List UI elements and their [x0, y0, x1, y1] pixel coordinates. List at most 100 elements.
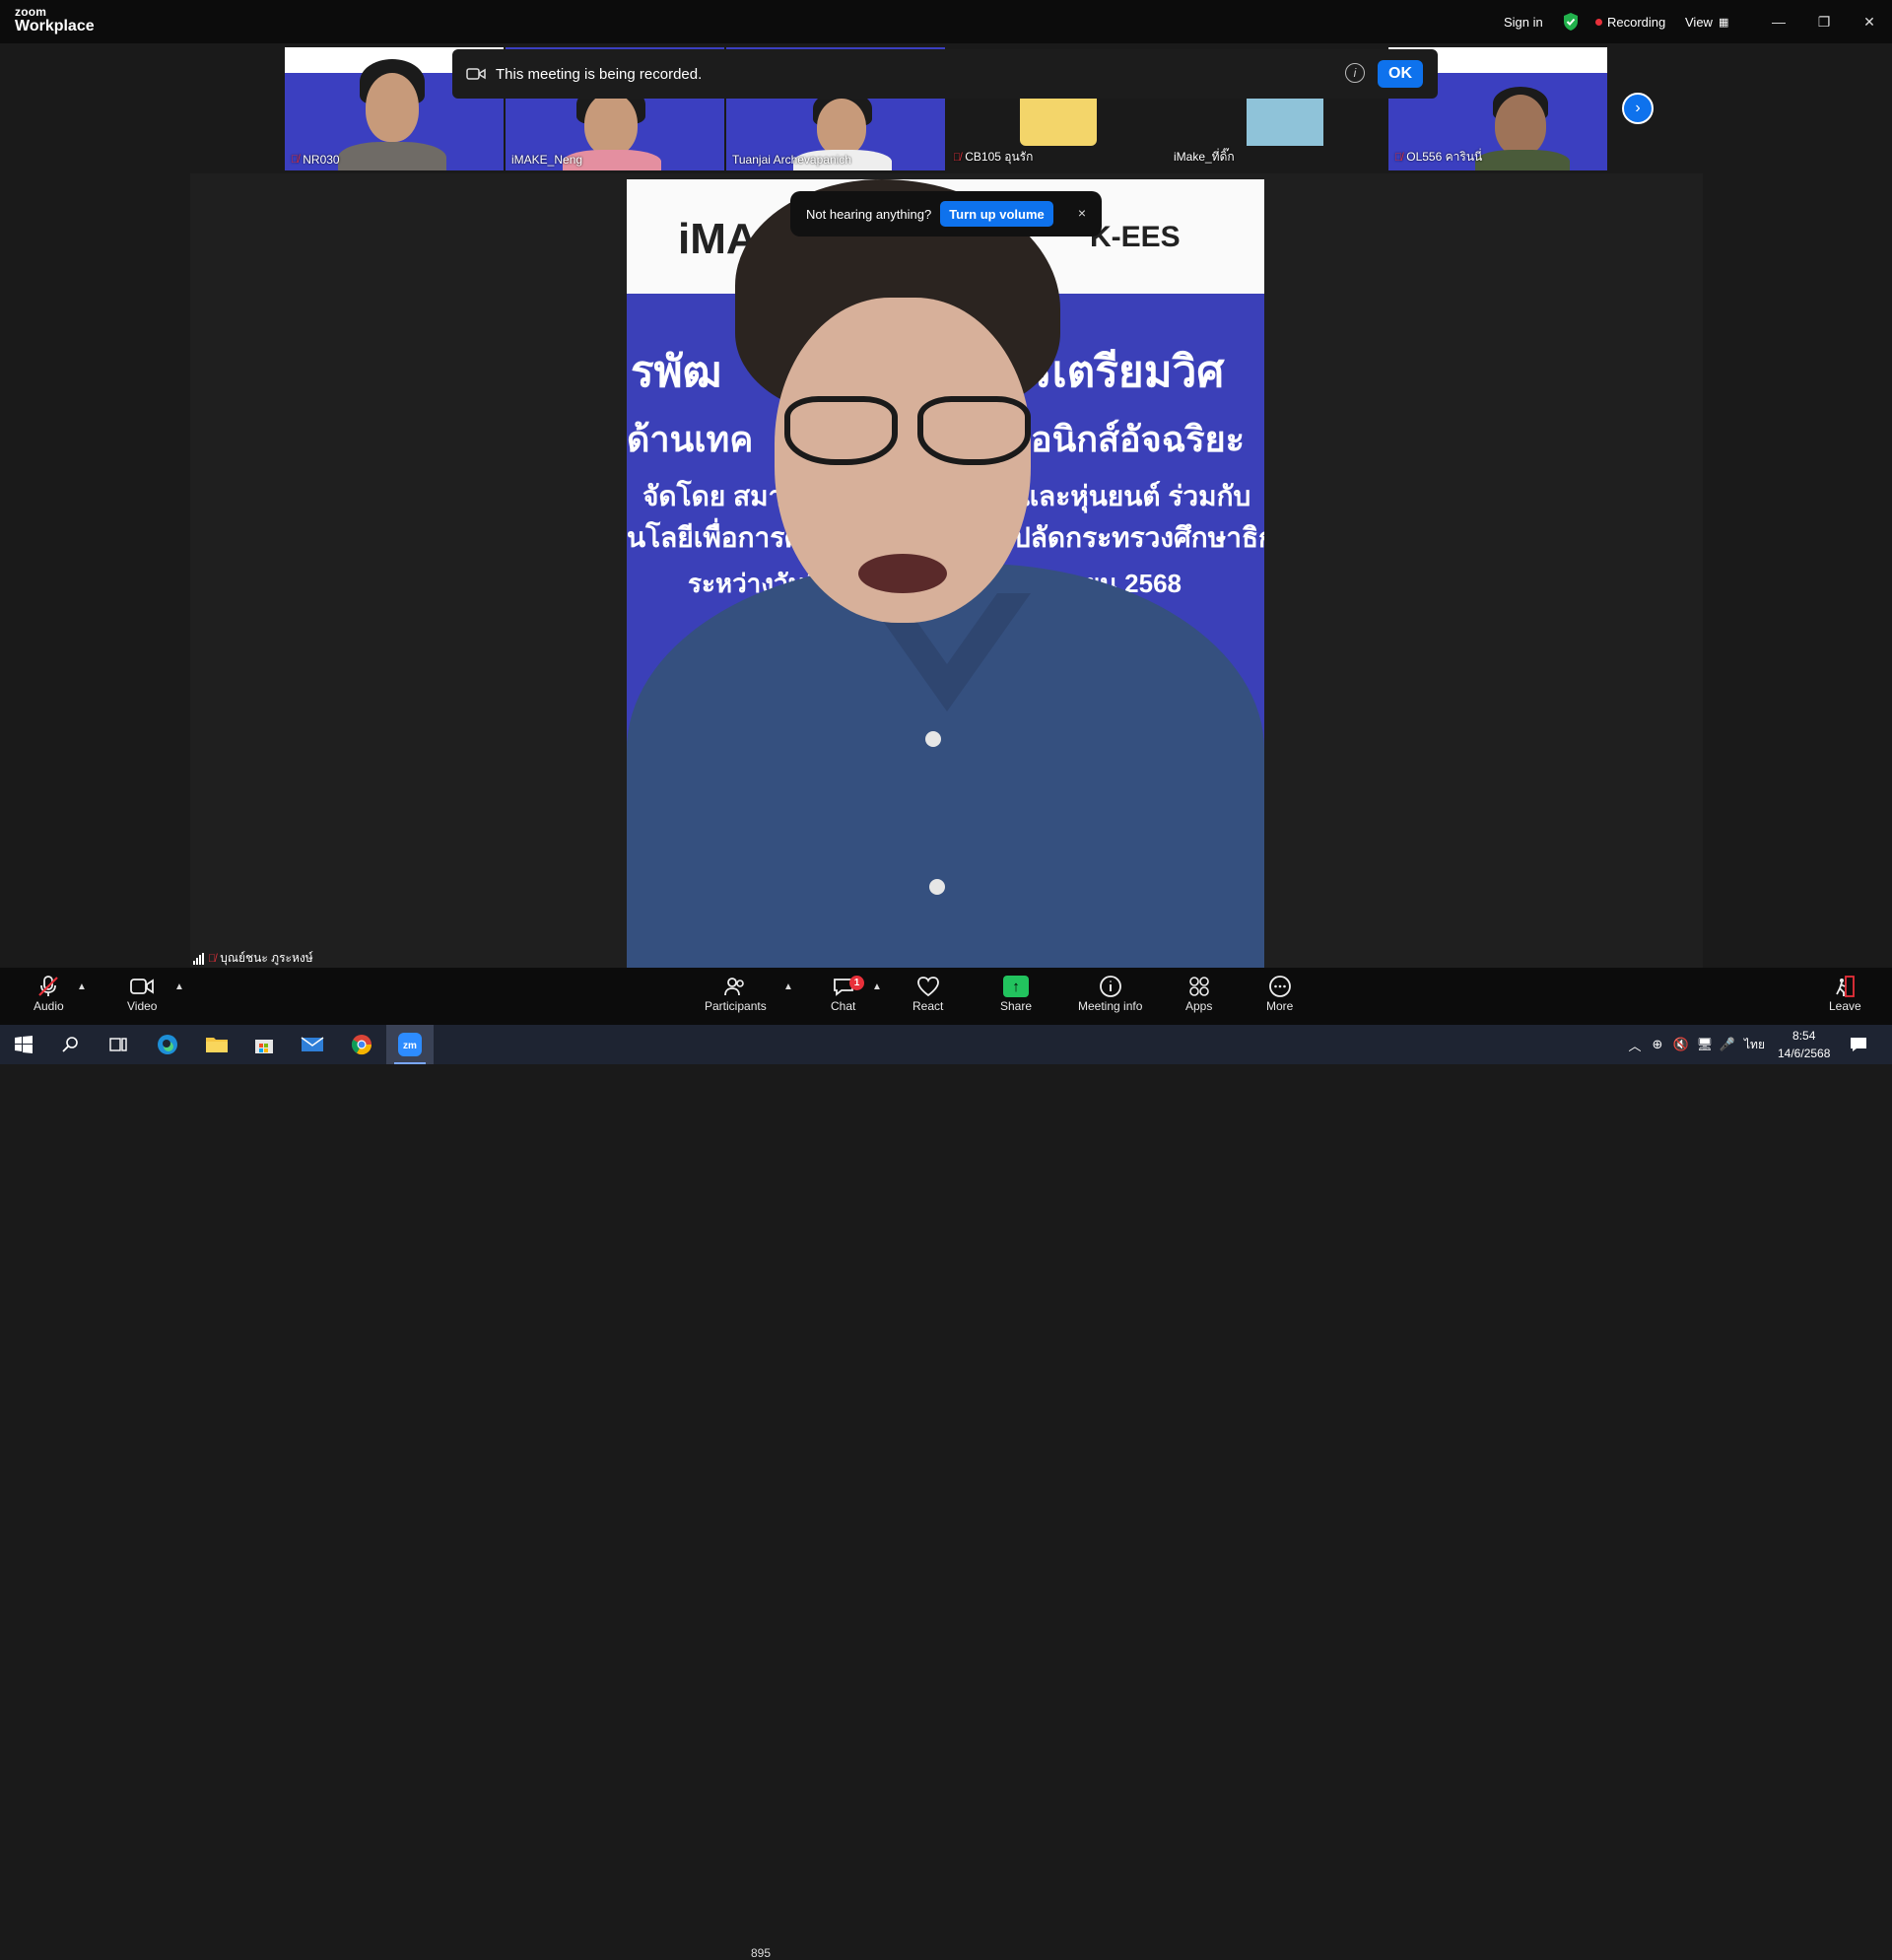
react-button[interactable]: React [912, 974, 943, 1013]
participants-count: 895 [751, 1946, 772, 1960]
minimize-button[interactable]: — [1756, 0, 1801, 43]
slide-text-line: และหุ่นยนต์ ร่วมกับ [1021, 481, 1251, 511]
windows-start-icon[interactable] [0, 1025, 47, 1064]
toast-close-icon[interactable]: × [1078, 205, 1086, 221]
slide-text-line: จัดโดย สมา [642, 481, 784, 511]
leave-button[interactable]: Leave [1829, 974, 1861, 1013]
turn-up-volume-button[interactable]: Turn up volume [940, 201, 1053, 227]
participant-shirt [338, 142, 446, 170]
network-icon[interactable]: 🖥 [1693, 1037, 1717, 1052]
close-window-button[interactable]: ✕ [1847, 0, 1892, 43]
recording-dot-icon [1595, 18, 1602, 26]
encryption-shield-icon[interactable] [1562, 0, 1580, 43]
volume-toast: Not hearing anything? Turn up volume × [790, 191, 1102, 237]
apps-icon [1187, 974, 1211, 999]
participants-button[interactable]: Participants [705, 974, 767, 1013]
active-speaker-name: บุณย์ชนะ ภูระหงษ์ [220, 951, 313, 965]
brand-bottom: Workplace [15, 18, 95, 34]
zoom-logo: zoom Workplace [15, 6, 95, 34]
thumbnail-name: iMake_ที่ดิ๊ก [1174, 150, 1235, 164]
participants-options-chevron-icon[interactable]: ▲ [783, 981, 793, 992]
react-label: React [912, 999, 944, 1013]
participant-face [1495, 95, 1546, 156]
clock-date: 14/6/2568 [1778, 1047, 1831, 1060]
ok-button[interactable]: OK [1378, 60, 1423, 88]
shirt-button [925, 731, 941, 747]
search-icon[interactable] [47, 1025, 95, 1064]
participants-icon [723, 974, 747, 999]
participant-avatar-image [1020, 91, 1097, 146]
slide-text-line: นโลยีเพื่อการศึ [627, 522, 803, 553]
recording-banner: This meeting is being recorded. i OK [452, 49, 1438, 99]
meeting-info-label: Meeting info [1078, 999, 1143, 1013]
participants-label: Participants [705, 999, 767, 1013]
more-dots-icon [1268, 974, 1292, 999]
speaker-glasses [784, 396, 1031, 465]
mail-icon[interactable] [289, 1025, 336, 1064]
thumbnail-name: 🎙̸ NR030 [291, 153, 340, 167]
notifications-icon[interactable] [1835, 1025, 1882, 1064]
clock-time: 8:54 [1792, 1029, 1816, 1043]
speaker-video: iMA K-EES รพัฒ รเตรียมวิศ ด้านเทค อนิกส์… [627, 179, 1264, 968]
restore-button[interactable]: ❐ [1801, 0, 1847, 43]
task-view-icon[interactable] [95, 1025, 142, 1064]
tray-chevron-icon[interactable]: ︿ [1624, 1036, 1646, 1054]
thumbnail-name: Tuanjai Archevapanich [732, 153, 851, 167]
recording-label: Recording [1607, 14, 1666, 30]
microphone-icon[interactable]: 🎤 [1717, 1037, 1738, 1052]
toast-text: Not hearing anything? [806, 206, 932, 222]
slide-text-line: อนิกส์อัจฉริยะ [1031, 419, 1246, 459]
microsoft-store-icon[interactable] [240, 1025, 288, 1064]
recording-indicator[interactable]: Recording [1595, 0, 1665, 43]
edge-browser-icon[interactable] [144, 1025, 191, 1064]
volume-muted-icon[interactable]: 🔇 [1669, 1037, 1693, 1052]
active-speaker-label: 🎙̸ บุณย์ชนะ ภูระหงษ์ [193, 949, 313, 968]
apps-label: Apps [1185, 999, 1213, 1013]
thumbnail-name: iMAKE_Neng [511, 153, 583, 167]
more-label: More [1266, 999, 1294, 1013]
participant-face [817, 99, 866, 156]
video-options-chevron-icon[interactable]: ▲ [174, 981, 184, 992]
info-circle-icon [1099, 974, 1122, 999]
meeting-toolbar: Audio ▲ Video ▲ Participants 895 ▲ Chat … [0, 968, 1892, 1960]
camera-icon [466, 68, 486, 80]
more-button[interactable]: More [1266, 974, 1293, 1013]
shirt-button [929, 879, 945, 895]
tray-app-icon[interactable]: ⊕ [1646, 1037, 1669, 1052]
meeting-info-button[interactable]: Meeting info [1078, 974, 1142, 1013]
video-button[interactable]: Video [127, 974, 157, 1013]
share-button[interactable]: ↑ Share [1000, 974, 1032, 1013]
system-tray: ︿ ⊕ 🔇 🖥 🎤 ไทย [1624, 1025, 1765, 1064]
sign-in-link[interactable]: Sign in [1504, 0, 1543, 43]
grid-icon: ▦ [1718, 16, 1729, 29]
thumbnail-name: 🎙̸ CB105 อุนรัก [953, 150, 1034, 164]
audio-button[interactable]: Audio [34, 974, 64, 1013]
view-label: View [1685, 14, 1713, 30]
speaker-shirt [627, 564, 1264, 968]
slide-text-line: ปลัดกระทรวงศึกษาธิก [1013, 522, 1264, 553]
participant-face [366, 73, 419, 142]
input-language[interactable]: ไทย [1744, 1036, 1765, 1054]
participant-shirt [1475, 150, 1570, 170]
os-taskbar: zm ︿ ⊕ 🔇 🖥 🎤 ไทย 8:54 14/6/2568 [0, 1025, 1892, 1064]
video-camera-icon [129, 974, 155, 999]
recording-banner-text: This meeting is being recorded. [496, 65, 703, 83]
signal-bars-icon [193, 952, 204, 965]
chrome-browser-icon[interactable] [338, 1025, 385, 1064]
share-screen-icon: ↑ [1003, 974, 1030, 999]
audio-options-chevron-icon[interactable]: ▲ [77, 981, 87, 992]
mic-muted-icon: 🎙̸ [953, 151, 962, 164]
leave-door-icon [1833, 974, 1857, 999]
next-page-arrow-icon[interactable]: › [1622, 93, 1654, 124]
participant-avatar-image [1247, 91, 1323, 146]
apps-button[interactable]: Apps [1185, 974, 1212, 1013]
info-icon[interactable]: i [1345, 63, 1365, 83]
file-explorer-icon[interactable] [193, 1025, 240, 1064]
chat-options-chevron-icon[interactable]: ▲ [872, 981, 882, 992]
view-menu[interactable]: View ▦ [1685, 0, 1728, 43]
mic-muted-icon: 🎙̸ [291, 154, 300, 166]
system-clock[interactable]: 8:54 14/6/2568 [1778, 1027, 1830, 1062]
zoom-app-icon[interactable]: zm [386, 1025, 434, 1064]
slide-text-line: ด้านเทค [627, 419, 754, 459]
chat-unread-badge: 1 [849, 976, 864, 990]
